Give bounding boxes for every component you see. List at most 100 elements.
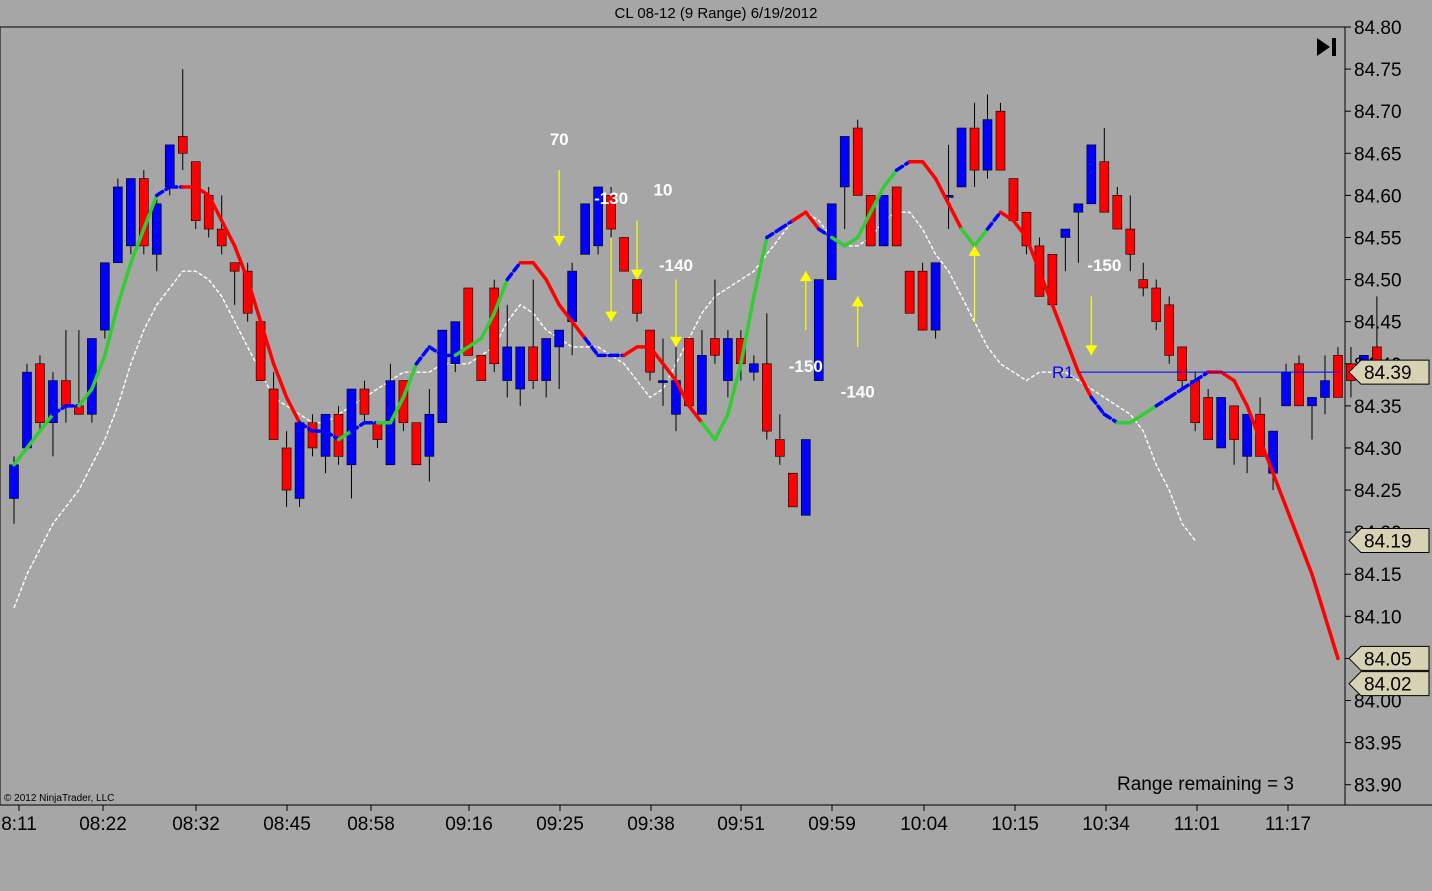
candle-body [177, 136, 188, 154]
x-tick-label: 09:25 [536, 814, 584, 835]
candle [333, 405, 344, 465]
candle [35, 355, 45, 432]
candle [956, 127, 967, 188]
candle [982, 94, 993, 179]
candle-body [567, 270, 577, 322]
arrow-head [968, 245, 981, 256]
candle-body [775, 439, 785, 457]
candle [1138, 262, 1149, 297]
fast-ma-segment [570, 319, 587, 341]
fast-ma-segment [765, 227, 782, 240]
candle-body [22, 371, 32, 449]
price-tag: 84.05 [1348, 645, 1430, 671]
candle [294, 422, 305, 507]
candle-body [800, 439, 811, 516]
fast-ma-segment [1128, 412, 1146, 425]
candle-body [852, 127, 863, 196]
candle [177, 69, 188, 171]
candle [1125, 195, 1136, 272]
candle-body [1112, 195, 1123, 230]
fast-ma-segment [700, 420, 717, 442]
fast-ma-segment [713, 412, 730, 442]
y-tick-label: 84.60 [1354, 186, 1402, 207]
candle-body [839, 136, 850, 188]
candle [775, 414, 785, 465]
up-arrow-icon [799, 271, 812, 331]
candle-body [489, 287, 500, 365]
candle-body [878, 195, 889, 247]
candle-body [307, 422, 318, 449]
down-arrow-icon [669, 279, 682, 347]
candle-body [580, 203, 590, 255]
candle [229, 262, 240, 305]
candle [528, 279, 539, 390]
x-tick-label: 09:51 [717, 814, 765, 835]
candle [930, 262, 941, 339]
trade-annotation: 70 [550, 130, 569, 149]
price-tag-label: 84.02 [1364, 675, 1412, 696]
candle [826, 203, 837, 280]
candle [320, 413, 331, 474]
candle-body [826, 203, 837, 280]
candle-body [1008, 178, 1019, 221]
fast-ma-segment [116, 260, 133, 307]
range-remaining-text: Range remaining = 3 [1117, 774, 1294, 795]
arrow-head [605, 311, 618, 322]
candle [281, 431, 292, 507]
candle-body [1099, 161, 1110, 213]
fast-ma-segment [1310, 572, 1327, 619]
fast-ma-segment [1219, 370, 1236, 383]
candle-body [930, 262, 941, 331]
candle-body [1060, 228, 1071, 238]
fast-ma-segment [414, 345, 432, 366]
candle [723, 330, 733, 398]
candle-body [1151, 287, 1162, 322]
fast-ma-segment [791, 210, 808, 223]
candle [684, 338, 694, 407]
candle-body [917, 270, 928, 331]
candle-body [437, 329, 448, 423]
candle-body [1125, 228, 1136, 255]
candle-body [1203, 397, 1213, 440]
price-chart[interactable]: R1 70 -130 10 -140 -150 -140 -150 84.80 84.75 84.… [0, 0, 1432, 891]
skip-to-end-icon[interactable] [1317, 38, 1336, 56]
candle [1281, 363, 1291, 407]
x-tick-label: 10:04 [900, 814, 948, 835]
candle-body [294, 422, 305, 499]
down-arrow-icon [553, 170, 566, 246]
fast-ma-segment [1167, 387, 1184, 400]
fast-ma-segment [622, 345, 639, 358]
candle-body [619, 237, 629, 272]
candle [554, 329, 564, 390]
fast-ma-segment [155, 185, 172, 198]
fast-ma-segment [1154, 395, 1171, 408]
price-tag-label: 84.05 [1364, 649, 1412, 670]
fast-ma-segment [881, 168, 899, 189]
candle [1164, 296, 1175, 364]
candle-body [411, 422, 422, 466]
candle [762, 313, 772, 440]
arrow-head [1085, 345, 1098, 356]
candle-body [969, 127, 980, 171]
fast-ma-segment [972, 227, 990, 248]
candle [1008, 178, 1019, 221]
candle [1112, 186, 1123, 230]
price-tag: 84.02 [1348, 671, 1430, 697]
fast-ma-segment [1323, 614, 1340, 661]
fast-ma-segment [12, 446, 29, 467]
candle-body [723, 338, 733, 381]
candle-body [528, 346, 539, 381]
candle-body [1138, 279, 1149, 289]
candle-body [1086, 144, 1097, 205]
candle [852, 119, 863, 196]
candle [580, 203, 590, 255]
x-tick-label: 11:17 [1265, 814, 1311, 835]
x-tick-label: 09:59 [808, 814, 856, 835]
candle [1203, 389, 1213, 440]
candle-body [1216, 397, 1226, 449]
down-arrow-icon [631, 220, 644, 280]
candle-body [502, 346, 513, 381]
fast-ma-segment [1089, 395, 1107, 417]
candle [359, 380, 370, 423]
arrow-head [631, 269, 644, 280]
